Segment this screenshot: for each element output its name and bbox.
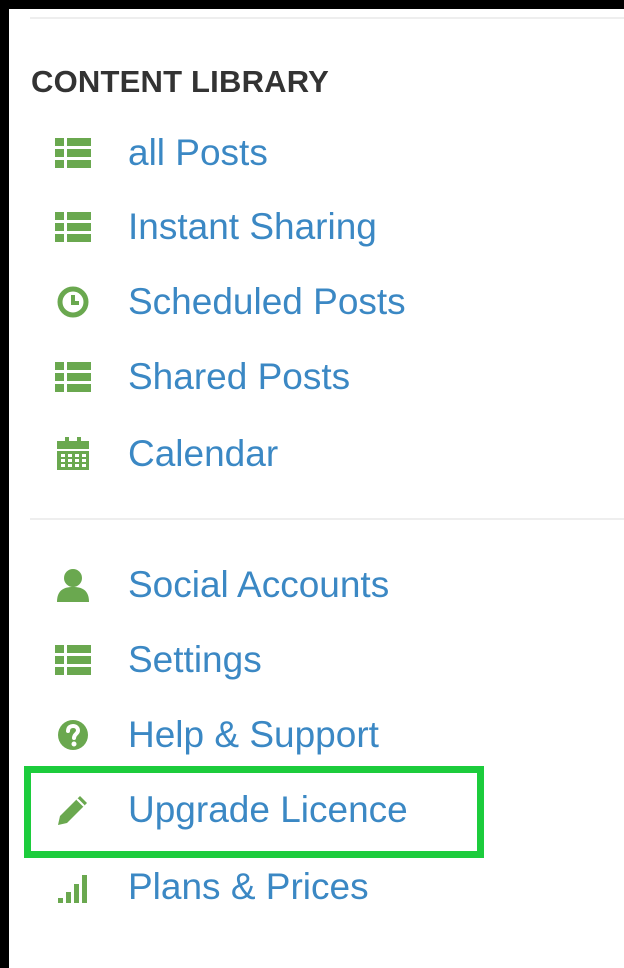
nav-item-all-posts[interactable]: all Posts xyxy=(30,123,550,183)
list-icon xyxy=(52,132,94,174)
nav-item-label: Instant Sharing xyxy=(128,206,377,247)
nav-item-label: Calendar xyxy=(128,433,279,474)
nav-item-label: all Posts xyxy=(128,132,268,173)
nav-item-upgrade-licence[interactable]: Upgrade Licence xyxy=(30,780,550,840)
signal-bars-icon xyxy=(52,866,94,908)
nav-item-help-support[interactable]: Help & Support xyxy=(30,705,550,765)
nav-item-settings[interactable]: Settings xyxy=(30,630,550,690)
nav-item-label: Plans & Prices xyxy=(128,866,369,907)
list-icon xyxy=(52,356,94,398)
nav-item-label: Shared Posts xyxy=(128,356,351,397)
nav-item-label: Social Accounts xyxy=(128,564,390,605)
clock-icon xyxy=(52,281,94,323)
nav-item-instant-sharing[interactable]: Instant Sharing xyxy=(30,197,550,257)
nav-item-calendar[interactable]: Calendar xyxy=(30,424,550,484)
nav-item-label: Help & Support xyxy=(128,714,379,755)
nav-item-label: Upgrade Licence xyxy=(128,789,408,830)
nav-item-label: Scheduled Posts xyxy=(128,281,406,322)
nav-item-label: Settings xyxy=(128,639,262,680)
section-divider xyxy=(30,518,624,520)
nav-item-social-accounts[interactable]: Social Accounts xyxy=(30,555,550,615)
list-icon xyxy=(52,206,94,248)
top-divider xyxy=(30,17,624,19)
question-circle-icon xyxy=(52,714,94,756)
pencil-icon xyxy=(52,789,94,831)
list-icon xyxy=(52,639,94,681)
content-library-heading: CONTENT LIBRARY xyxy=(31,64,330,99)
nav-item-scheduled-posts[interactable]: Scheduled Posts xyxy=(30,272,550,332)
user-icon xyxy=(52,564,94,606)
nav-item-shared-posts[interactable]: Shared Posts xyxy=(30,347,550,407)
calendar-icon xyxy=(52,433,94,475)
nav-item-plans-prices[interactable]: Plans & Prices xyxy=(30,857,550,917)
